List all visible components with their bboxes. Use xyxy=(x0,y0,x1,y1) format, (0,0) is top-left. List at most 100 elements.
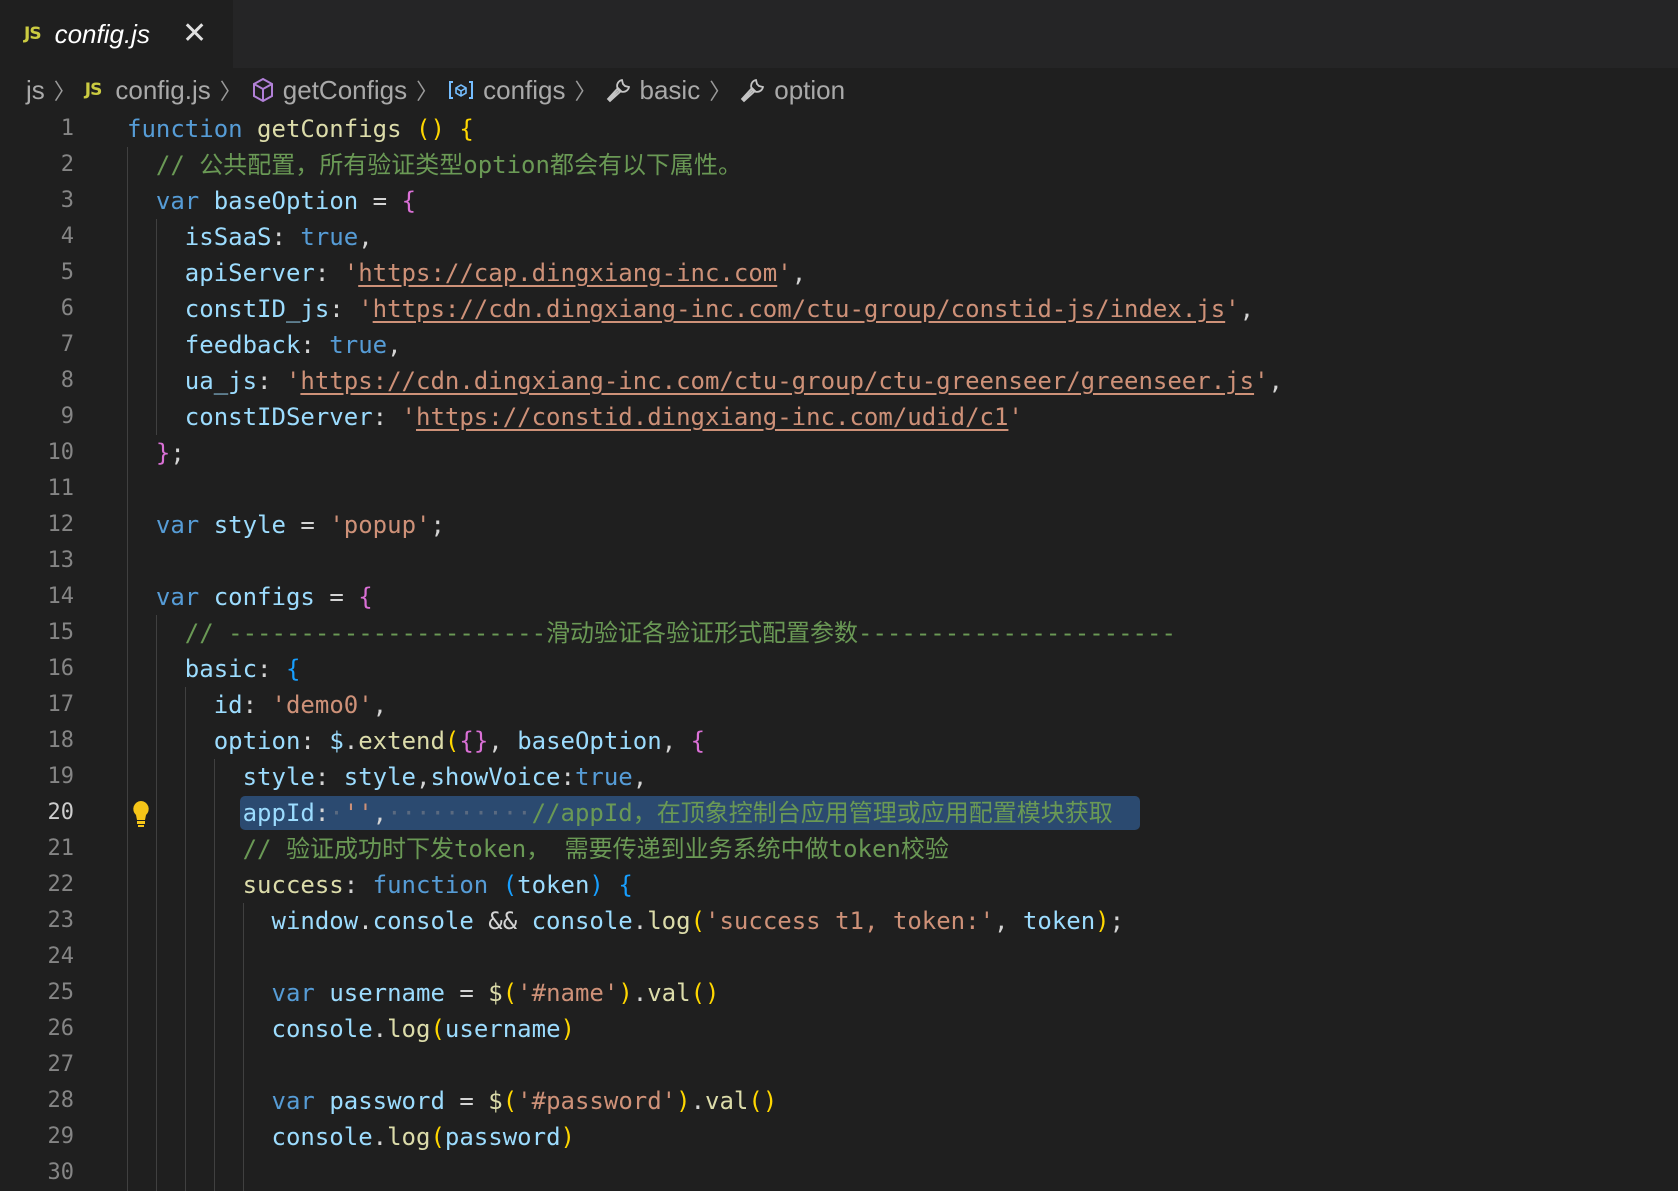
token-string: '' xyxy=(343,799,373,827)
token-punctuation xyxy=(127,871,243,899)
token-identifier: username xyxy=(329,979,445,1007)
code-line[interactable]: 22 success: function (token) { xyxy=(0,867,1678,903)
token-punctuation: : xyxy=(372,403,402,431)
indent-guide xyxy=(242,1047,244,1083)
token-string: 'demo0' xyxy=(271,691,373,719)
code-line[interactable]: 28 var password = $('#password').val() xyxy=(0,1083,1678,1119)
line-number: 20 xyxy=(47,800,75,825)
breadcrumb-option[interactable]: option xyxy=(740,75,845,106)
code-line[interactable]: 4 isSaaS: true, xyxy=(0,219,1678,255)
code-line[interactable]: 1 function getConfigs () { xyxy=(0,111,1678,147)
token-function-name: success xyxy=(242,871,344,899)
code-text: style: style,showVoice:true, xyxy=(127,759,648,795)
token-punctuation: : xyxy=(300,727,330,755)
code-line[interactable]: 29 console.log(password) xyxy=(0,1119,1678,1155)
token-bracket: () xyxy=(690,979,720,1007)
token-comment: // 公共配置，所有验证类型option都会有以下属性。 xyxy=(155,151,742,179)
code-line[interactable]: 26 console.log(username) xyxy=(0,1011,1678,1047)
token-url-link[interactable]: https://cdn.dingxiang-inc.com/ctu-group/… xyxy=(373,295,1226,323)
code-line[interactable]: 8 ua_js: 'https://cdn.dingxiang-inc.com/… xyxy=(0,363,1678,399)
token-punctuation: : xyxy=(314,763,344,791)
code-line[interactable]: 20 appId:·'',··········//appId，在顶象控制台应用管… xyxy=(0,795,1678,831)
indent-guide xyxy=(184,939,186,975)
token-bracket: } xyxy=(155,439,171,467)
token-bracket: ( xyxy=(502,871,518,899)
token-identifier: showVoice xyxy=(430,763,561,791)
token-punctuation: , xyxy=(632,763,648,791)
code-line[interactable]: 2 // 公共配置，所有验证类型option都会有以下属性。 xyxy=(0,147,1678,183)
code-line[interactable]: 18 option: $.extend({}, baseOption, { xyxy=(0,723,1678,759)
code-line[interactable]: 13 xyxy=(0,543,1678,579)
breadcrumb-js[interactable]: js xyxy=(26,75,45,106)
token-comment: //appId，在顶象控制台应用管理或应用配置模块获取 xyxy=(531,799,1113,827)
code-line[interactable]: 19 style: style,showVoice:true, xyxy=(0,759,1678,795)
token-identifier: password xyxy=(444,1123,561,1151)
code-line[interactable]: 30 xyxy=(0,1155,1678,1191)
indent-guide xyxy=(213,1155,215,1191)
code-line[interactable]: 21 // 验证成功时下发token， 需要传递到业务系统中做token校验 xyxy=(0,831,1678,867)
code-text: success: function (token) { xyxy=(127,867,633,903)
token-punctuation xyxy=(127,511,156,539)
token-url-link[interactable]: https://constid.dingxiang-inc.com/udid/c… xyxy=(416,403,1008,431)
token-identifier: apiServer xyxy=(184,259,315,287)
token-keyword: function xyxy=(372,871,489,899)
code-line[interactable]: 14 var configs = { xyxy=(0,579,1678,615)
token-punctuation: : xyxy=(300,331,330,359)
code-line[interactable]: 12 var style = 'popup'; xyxy=(0,507,1678,543)
code-line[interactable]: 16 basic: { xyxy=(0,651,1678,687)
token-url-link[interactable]: https://cap.dingxiang-inc.com xyxy=(358,259,777,287)
breadcrumb-getconfigs[interactable]: getConfigs xyxy=(251,75,407,106)
token-punctuation xyxy=(127,799,243,827)
token-punctuation: : xyxy=(343,871,373,899)
token-punctuation: : xyxy=(271,223,301,251)
indent-guide xyxy=(155,939,157,975)
token-url-link[interactable]: https://cdn.dingxiang-inc.com/ctu-group/… xyxy=(300,367,1254,395)
token-function-name: val xyxy=(647,979,691,1007)
code-line[interactable]: 11 xyxy=(0,471,1678,507)
token-comment: // 验证成功时下发token， 需要传递到业务系统中做token校验 xyxy=(242,835,949,863)
tab-config-js[interactable]: JS config.js ✕ xyxy=(0,0,233,68)
token-whitespace-marker: ·········· xyxy=(387,799,532,827)
code-line[interactable]: 17 id: 'demo0', xyxy=(0,687,1678,723)
line-number: 1 xyxy=(60,116,74,141)
token-identifier: username xyxy=(444,1015,561,1043)
code-line[interactable]: 9 constIDServer: 'https://constid.dingxi… xyxy=(0,399,1678,435)
code-line[interactable]: 24 xyxy=(0,939,1678,975)
code-text: window.console && console.log('success t… xyxy=(127,903,1125,939)
breadcrumb-label: config.js xyxy=(115,74,211,105)
token-identifier: console xyxy=(271,1123,373,1151)
code-line[interactable]: 5 apiServer: 'https://cap.dingxiang-inc.… xyxy=(0,255,1678,291)
breadcrumb-configs[interactable]: configs xyxy=(447,75,566,106)
code-editor[interactable]: 1 function getConfigs () {2 // 公共配置，所有验证类… xyxy=(0,111,1678,1191)
token-punctuation xyxy=(199,511,213,539)
token-punctuation: = xyxy=(444,979,489,1007)
token-punctuation xyxy=(127,223,185,251)
code-line[interactable]: 6 constID_js: 'https://cdn.dingxiang-inc… xyxy=(0,291,1678,327)
breadcrumb-basic[interactable]: basic xyxy=(606,75,700,106)
code-line[interactable]: 23 window.console && console.log('succes… xyxy=(0,903,1678,939)
line-number: 6 xyxy=(60,296,74,321)
code-line[interactable]: 3 var baseOption = { xyxy=(0,183,1678,219)
code-text: var password = $('#password').val() xyxy=(127,1083,778,1119)
code-line[interactable]: 25 var username = $('#name').val() xyxy=(0,975,1678,1011)
code-line[interactable]: 15 // ----------------------滑动验证各验证形式配置参… xyxy=(0,615,1678,651)
token-bracket: ( xyxy=(502,1087,518,1115)
token-keyword: var xyxy=(271,1087,315,1115)
indent-guide xyxy=(213,1047,215,1083)
line-number: 13 xyxy=(47,548,75,573)
code-line[interactable]: 7 feedback: true, xyxy=(0,327,1678,363)
code-text: console.log(username) xyxy=(127,1011,575,1047)
breadcrumb-config-js[interactable]: JS config.js xyxy=(85,75,211,106)
close-icon[interactable]: ✕ xyxy=(182,19,207,49)
token-punctuation: . xyxy=(358,907,373,935)
line-number: 8 xyxy=(60,368,74,393)
code-line[interactable]: 10 }; xyxy=(0,435,1678,471)
token-identifier: style xyxy=(242,763,315,791)
token-identifier: constID_js xyxy=(184,295,330,323)
token-identifier: console xyxy=(271,1015,373,1043)
token-punctuation: , xyxy=(387,331,402,359)
token-bracket: { xyxy=(401,187,417,215)
code-text: apiServer: 'https://cap.dingxiang-inc.co… xyxy=(127,255,806,291)
code-line[interactable]: 27 xyxy=(0,1047,1678,1083)
js-file-icon: JS xyxy=(84,80,103,100)
